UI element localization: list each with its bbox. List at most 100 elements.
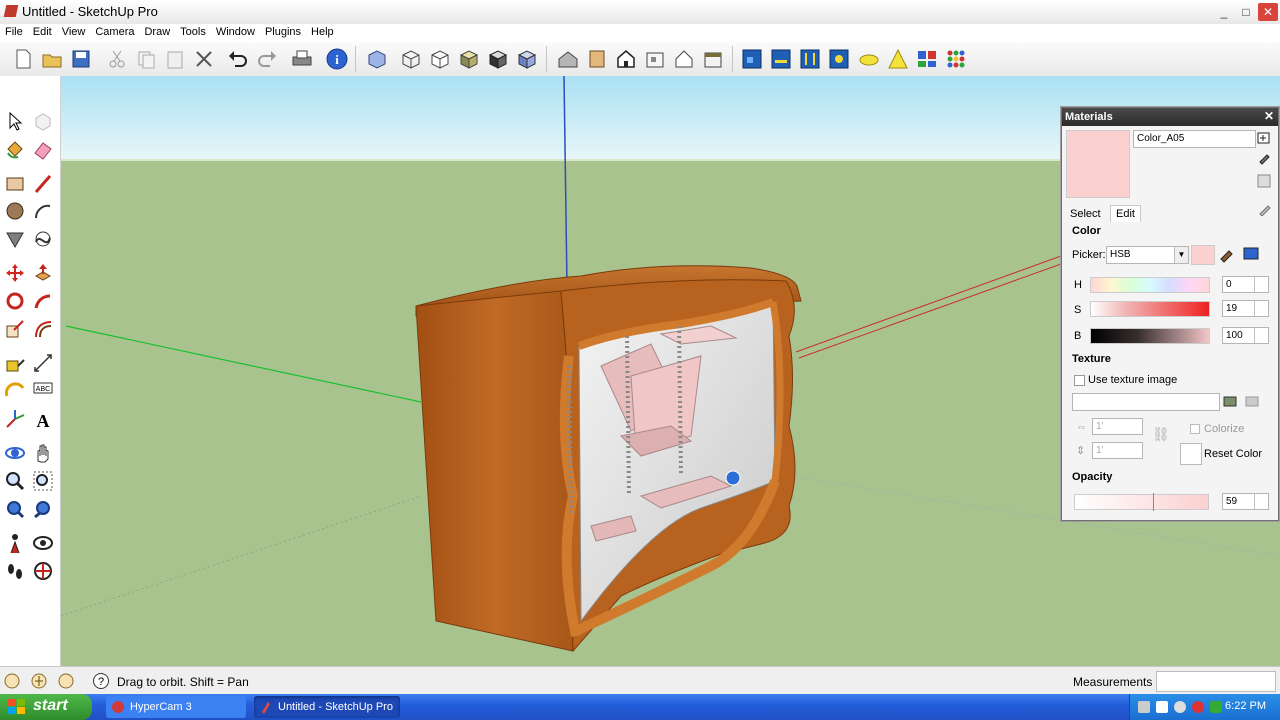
reset-color-swatch[interactable] [1180, 443, 1202, 465]
left-view-icon[interactable] [701, 47, 725, 71]
texture-path-field[interactable] [1072, 393, 1220, 411]
create-material-icon[interactable] [1257, 130, 1271, 144]
menu-edit[interactable]: Edit [28, 24, 57, 40]
texture-width-field[interactable]: 1' [1092, 418, 1143, 435]
browse-texture-icon[interactable] [1222, 393, 1238, 409]
color-picker-select[interactable]: HSB ▼ [1106, 246, 1189, 264]
eyedropper-icon[interactable] [1258, 202, 1272, 216]
paint-bucket-icon[interactable] [4, 139, 26, 161]
position-camera-icon[interactable] [4, 532, 26, 554]
hue-spinner[interactable] [1254, 277, 1266, 292]
reset-color-label[interactable]: Reset Color [1204, 448, 1262, 460]
undo-icon[interactable] [226, 47, 250, 71]
minimize-button[interactable]: _ [1214, 3, 1234, 21]
shaded-icon[interactable] [457, 47, 481, 71]
redo-icon[interactable] [255, 47, 279, 71]
match-model-color-icon[interactable] [1218, 245, 1236, 263]
eraser-icon[interactable] [32, 139, 54, 161]
component-icon-3[interactable] [798, 47, 822, 71]
menu-draw[interactable]: Draw [139, 24, 175, 40]
materials-close-icon[interactable]: ✕ [1264, 109, 1274, 123]
move-tool-icon[interactable] [4, 262, 26, 284]
measurements-field[interactable] [1156, 671, 1276, 692]
freehand-tool-icon[interactable] [32, 228, 54, 250]
saturation-spinner[interactable] [1254, 301, 1266, 316]
tab-edit[interactable]: Edit [1110, 205, 1141, 222]
link-icon[interactable]: ⛓ [1152, 426, 1170, 443]
saturation-slider[interactable] [1090, 301, 1210, 317]
component-icon-1[interactable] [740, 47, 764, 71]
cut-icon[interactable] [105, 47, 129, 71]
follow-me-icon[interactable] [32, 290, 54, 312]
menu-tools[interactable]: Tools [175, 24, 211, 40]
start-button[interactable]: start [0, 694, 92, 720]
copy-icon[interactable] [134, 47, 158, 71]
zoom-window-icon[interactable] [32, 470, 54, 492]
menu-camera[interactable]: Camera [90, 24, 139, 40]
tab-select[interactable]: Select [1070, 208, 1101, 220]
geo-location-icon[interactable] [3, 672, 21, 690]
select-tool-icon[interactable] [4, 110, 26, 132]
menu-view[interactable]: View [57, 24, 91, 40]
top-view-icon[interactable] [585, 47, 609, 71]
default-material-icon[interactable] [1257, 174, 1271, 188]
wireframe-icon[interactable] [399, 47, 423, 71]
help-icon[interactable]: ? [92, 672, 110, 690]
tray-icon-1[interactable] [1138, 701, 1150, 713]
make-component-icon[interactable] [32, 110, 54, 132]
paste-icon[interactable] [163, 47, 187, 71]
opacity-slider-thumb[interactable] [1153, 493, 1155, 511]
plugin-icon-3[interactable] [915, 47, 939, 71]
maximize-button[interactable]: □ [1236, 3, 1256, 21]
tray-icon-2[interactable] [1156, 701, 1168, 713]
arc-tool-icon[interactable] [32, 200, 54, 222]
back-view-icon[interactable] [672, 47, 696, 71]
text-tool-icon[interactable]: ABC [32, 378, 54, 400]
plugin-icon-4[interactable] [944, 47, 968, 71]
protractor-icon[interactable] [4, 378, 26, 400]
front-view-icon[interactable] [614, 47, 638, 71]
orbit-tool-icon[interactable] [4, 442, 26, 464]
monochrome-icon[interactable] [515, 47, 539, 71]
right-view-icon[interactable] [643, 47, 667, 71]
rotate-tool-icon[interactable] [4, 290, 26, 312]
tray-icon-5[interactable] [1210, 701, 1222, 713]
look-around-icon[interactable] [32, 532, 54, 554]
zoom-tool-icon[interactable] [4, 470, 26, 492]
rectangle-tool-icon[interactable] [4, 173, 26, 195]
scale-tool-icon[interactable] [4, 318, 26, 340]
component-icon-4[interactable] [827, 47, 851, 71]
plugin-icon-1[interactable] [857, 47, 881, 71]
material-name-field[interactable]: Color_A05 [1133, 130, 1256, 148]
3d-text-icon[interactable]: A [32, 408, 54, 430]
axes-tool-icon[interactable] [4, 408, 26, 430]
sample-paint-icon[interactable] [1257, 152, 1271, 166]
task-sketchup[interactable]: Untitled - SketchUp Pro [254, 696, 400, 718]
erase-icon[interactable] [192, 47, 216, 71]
section-plane-icon[interactable] [32, 560, 54, 582]
credits-icon[interactable] [30, 672, 48, 690]
line-tool-icon[interactable] [32, 173, 54, 195]
model-info-icon[interactable]: i [325, 47, 349, 71]
pan-tool-icon[interactable] [32, 442, 54, 464]
menu-plugins[interactable]: Plugins [260, 24, 306, 40]
save-icon[interactable] [69, 47, 93, 71]
tape-measure-icon[interactable] [4, 352, 26, 374]
match-screen-color-icon[interactable] [1242, 245, 1260, 263]
iso-view-icon[interactable] [556, 47, 580, 71]
colorize-checkbox[interactable] [1190, 424, 1200, 434]
hidden-line-icon[interactable] [428, 47, 452, 71]
menu-file[interactable]: File [0, 24, 28, 40]
close-button[interactable]: ✕ [1258, 3, 1278, 21]
texture-height-field[interactable]: 1' [1092, 442, 1143, 459]
opacity-spinner[interactable] [1254, 494, 1266, 509]
previous-view-icon[interactable] [32, 498, 54, 520]
task-hypercam[interactable]: HyperCam 3 [106, 696, 246, 718]
polygon-tool-icon[interactable] [4, 228, 26, 250]
user-icon[interactable] [57, 672, 75, 690]
brightness-slider[interactable] [1090, 328, 1210, 344]
tray-icon-3[interactable] [1174, 701, 1186, 713]
xray-icon[interactable] [365, 47, 389, 71]
opacity-slider[interactable] [1074, 493, 1209, 511]
menu-help[interactable]: Help [306, 24, 339, 40]
